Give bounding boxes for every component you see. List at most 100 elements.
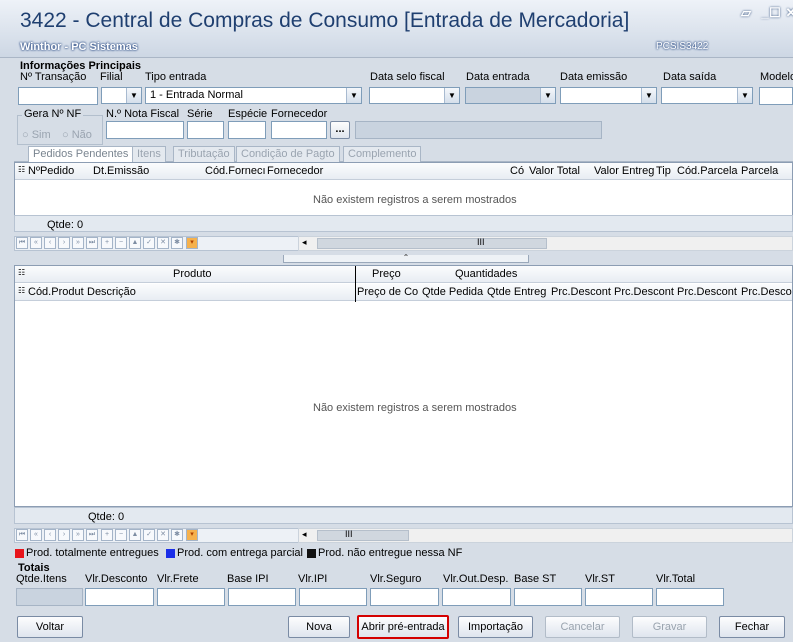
fornecedor-code-field[interactable] xyxy=(271,121,327,139)
chevron-down-icon[interactable]: ▼ xyxy=(737,88,752,103)
data-selo-select[interactable]: ▼ xyxy=(369,87,460,104)
label-filial: Filial xyxy=(100,71,123,83)
column-header[interactable]: Qtde Pedida xyxy=(422,286,483,298)
close-icon[interactable]: ✕ xyxy=(782,4,793,22)
data-entrada-select[interactable]: ▼ xyxy=(465,87,556,104)
column-header[interactable]: Prc.Descon xyxy=(741,286,792,298)
scroll-grip: III xyxy=(345,529,353,539)
tab-itens[interactable]: Itens xyxy=(132,146,166,162)
filter-icon[interactable]: ▾ xyxy=(186,237,198,249)
column-header[interactable]: Prc.Descont xyxy=(551,286,611,298)
last-record-icon[interactable]: ⏭ xyxy=(86,529,98,541)
column-header[interactable]: Descrição xyxy=(87,286,136,298)
fornecedor-name-field[interactable] xyxy=(355,121,602,139)
column-header[interactable]: Qtde Entreg xyxy=(487,286,546,298)
gravar-button[interactable]: Gravar xyxy=(632,616,707,638)
chevron-down-icon[interactable]: ▼ xyxy=(444,88,459,103)
tipo-entrada-select[interactable]: 1 - Entrada Normal ▼ xyxy=(145,87,362,104)
fornecedor-search-button[interactable]: ... xyxy=(330,121,350,139)
prev-record-icon[interactable]: ‹ xyxy=(44,529,56,541)
next-record-icon[interactable]: › xyxy=(58,529,70,541)
edit-icon[interactable]: ▲ xyxy=(129,529,141,541)
label-data-saida: Data saída xyxy=(663,71,717,83)
orders-grid[interactable]: ☷ NºPedido Dt.Emissão Cód.Fornecı Fornec… xyxy=(14,162,793,222)
prev-page-icon[interactable]: « xyxy=(30,237,42,249)
prev-record-icon[interactable]: ‹ xyxy=(44,237,56,249)
nota-fiscal-field[interactable] xyxy=(106,121,184,139)
tab-pedidos-pendentes[interactable]: Pedidos Pendentes xyxy=(28,146,134,162)
post-icon[interactable]: ✓ xyxy=(143,237,155,249)
column-header[interactable]: Prc.Descont xyxy=(677,286,737,298)
total-field xyxy=(656,588,724,606)
column-chooser-icon[interactable]: ☷ xyxy=(18,165,25,174)
cancel-icon[interactable]: ✕ xyxy=(157,237,169,249)
especie-field[interactable] xyxy=(228,121,266,139)
chevron-down-icon[interactable]: ▼ xyxy=(126,88,141,103)
items-hscroll[interactable]: ◂ III xyxy=(298,528,793,543)
refresh-icon[interactable]: ✱ xyxy=(171,237,183,249)
tab-condicao-pagto[interactable]: Condição de Pagto xyxy=(236,146,340,162)
abrir-pre-entrada-button[interactable]: Abrir pré-entrada xyxy=(357,615,449,639)
cancelar-button[interactable]: Cancelar xyxy=(545,616,620,638)
tab-complemento[interactable]: Complemento xyxy=(343,146,422,162)
label-tipo-entrada: Tipo entrada xyxy=(145,71,207,83)
post-icon[interactable]: ✓ xyxy=(143,529,155,541)
delete-icon[interactable]: − xyxy=(115,529,127,541)
cancel-icon[interactable]: ✕ xyxy=(157,529,169,541)
column-header[interactable]: Cód.Parcela xyxy=(677,165,738,177)
data-saida-select[interactable]: ▼ xyxy=(661,87,753,104)
last-record-icon[interactable]: ⏭ xyxy=(86,237,98,249)
insert-icon[interactable]: + xyxy=(101,237,113,249)
next-record-icon[interactable]: › xyxy=(58,237,70,249)
column-header[interactable]: Tip xyxy=(656,165,671,177)
scroll-thumb[interactable] xyxy=(317,530,409,541)
data-emissao-select[interactable]: ▼ xyxy=(560,87,657,104)
restore-icon[interactable]: ▱ xyxy=(737,4,755,22)
first-record-icon[interactable]: ⏮ xyxy=(16,529,28,541)
splitter-handle[interactable]: ⌃ xyxy=(283,254,529,263)
voltar-button[interactable]: Voltar xyxy=(17,616,83,638)
nova-button[interactable]: Nova xyxy=(288,616,350,638)
chevron-down-icon[interactable]: ▼ xyxy=(540,88,555,103)
delete-icon[interactable]: − xyxy=(115,237,127,249)
column-header[interactable]: Prc.Descont xyxy=(614,286,674,298)
radio-nao[interactable]: ○ Não xyxy=(62,129,92,141)
column-header[interactable]: Valor Entreg xyxy=(594,165,654,177)
column-header[interactable]: Có xyxy=(510,165,524,177)
column-header[interactable]: Fornecedor xyxy=(267,165,323,177)
items-grid[interactable]: ☷ Produto Preço Quantidades ☷ Cód.Produt… xyxy=(14,265,793,507)
next-page-icon[interactable]: » xyxy=(72,237,84,249)
modelo-field[interactable] xyxy=(759,87,793,105)
fechar-button[interactable]: Fechar xyxy=(719,616,785,638)
column-chooser-icon[interactable]: ☷ xyxy=(18,286,25,295)
prev-page-icon[interactable]: « xyxy=(30,529,42,541)
filter-icon[interactable]: ▾ xyxy=(186,529,198,541)
column-header[interactable]: NºPedido xyxy=(28,165,74,177)
filial-select[interactable]: ▼ xyxy=(101,87,142,104)
chevron-down-icon[interactable]: ▼ xyxy=(641,88,656,103)
edit-icon[interactable]: ▲ xyxy=(129,237,141,249)
column-chooser-icon[interactable]: ☷ xyxy=(18,268,25,277)
radio-sim[interactable]: ○ Sim xyxy=(22,129,51,141)
tab-tributacao[interactable]: Tributação xyxy=(173,146,235,162)
column-header[interactable]: Valor Total xyxy=(529,165,580,177)
column-header[interactable]: Cód.Produt xyxy=(28,286,84,298)
chevron-down-icon[interactable]: ▼ xyxy=(346,88,361,103)
first-record-icon[interactable]: ⏮ xyxy=(16,237,28,249)
refresh-icon[interactable]: ✱ xyxy=(171,529,183,541)
orders-hscroll[interactable]: ◂ III xyxy=(298,236,793,251)
column-header[interactable]: Parcela xyxy=(741,165,778,177)
column-header[interactable]: Cód.Fornecı xyxy=(205,165,266,177)
column-header[interactable]: Dt.Emissão xyxy=(93,165,149,177)
insert-icon[interactable]: + xyxy=(101,529,113,541)
scroll-thumb[interactable] xyxy=(317,238,547,249)
column-header[interactable]: Preço de Co xyxy=(357,286,418,298)
transacao-field[interactable] xyxy=(18,87,98,105)
total-label: Vlr.ST xyxy=(585,573,615,585)
scroll-left-icon[interactable]: ◂ xyxy=(302,529,307,540)
total-label: Base IPI xyxy=(227,573,269,585)
serie-field[interactable] xyxy=(187,121,224,139)
importacao-button[interactable]: Importação xyxy=(458,616,533,638)
scroll-left-icon[interactable]: ◂ xyxy=(302,237,307,248)
next-page-icon[interactable]: » xyxy=(72,529,84,541)
